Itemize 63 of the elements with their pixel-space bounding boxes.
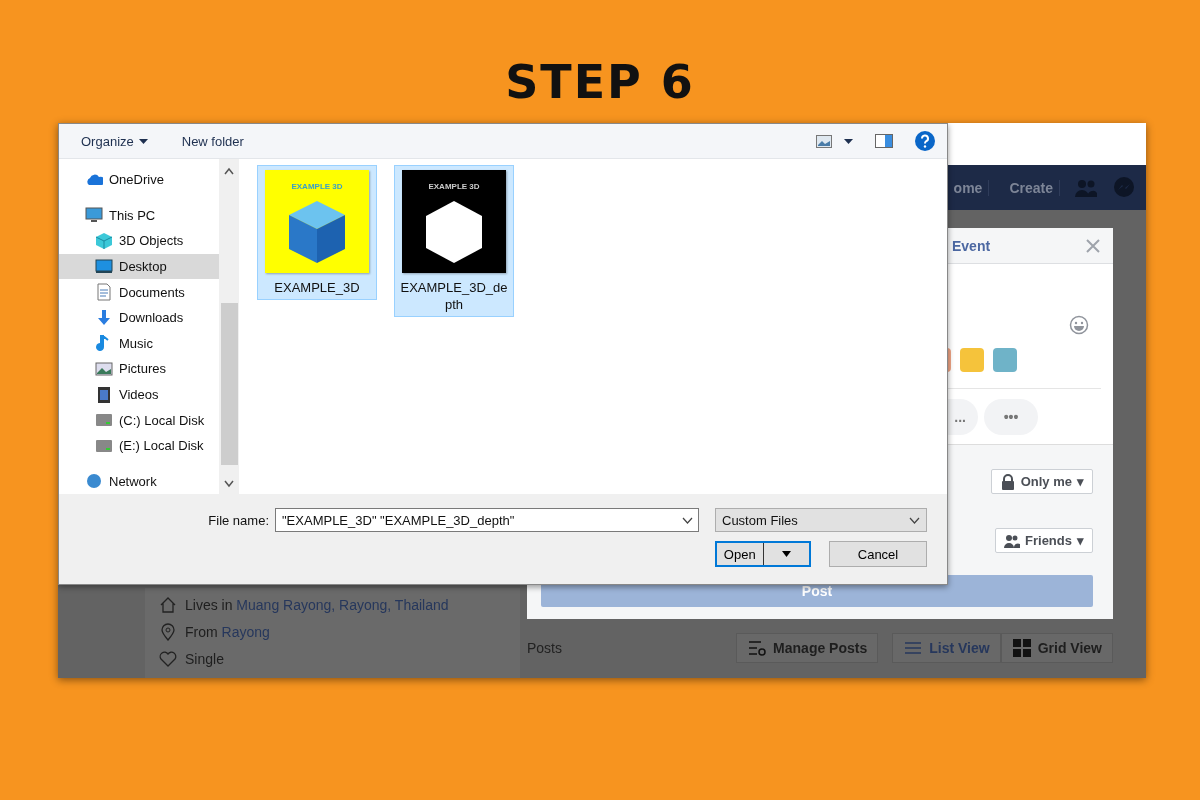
file-type-dropdown[interactable]: Custom Files bbox=[715, 508, 927, 532]
document-icon bbox=[95, 283, 113, 302]
picture-icon bbox=[95, 359, 113, 378]
cancel-button[interactable]: Cancel bbox=[829, 541, 927, 567]
nav-item[interactable]: (E:) Local Disk bbox=[59, 432, 219, 459]
chevron-down-icon[interactable] bbox=[682, 517, 693, 524]
file-tile[interactable]: EXAMPLE 3D EXAMPLE_3D_depth bbox=[394, 165, 514, 317]
image-thumbnail: EXAMPLE 3D bbox=[402, 170, 506, 273]
open-button[interactable]: Open bbox=[715, 541, 811, 567]
intro-text: Lives in Muang Rayong, Rayong, Thailand bbox=[185, 597, 449, 613]
audience-dropdown[interactable]: Friends ▾ bbox=[995, 528, 1093, 553]
composer-tab[interactable]: Event bbox=[952, 237, 991, 254]
nav-item[interactable]: Pictures bbox=[59, 356, 219, 382]
background-swatch[interactable] bbox=[960, 348, 984, 372]
grid-icon bbox=[1011, 639, 1032, 657]
image-thumbnail: EXAMPLE 3D bbox=[265, 170, 369, 273]
sliders-icon bbox=[747, 639, 768, 657]
nav-item[interactable]: Downloads bbox=[59, 304, 219, 331]
caret-icon[interactable] bbox=[781, 551, 791, 557]
intro-text: From Rayong bbox=[185, 624, 270, 640]
audience-dropdown[interactable]: Only me ▾ bbox=[990, 469, 1093, 494]
pc-icon bbox=[85, 206, 103, 225]
nav-item[interactable]: Videos bbox=[59, 381, 219, 408]
intro-text: Single bbox=[185, 651, 224, 667]
nav-item[interactable]: Desktop bbox=[59, 253, 219, 280]
video-icon bbox=[95, 385, 113, 404]
chevron-up-icon[interactable] bbox=[224, 167, 234, 175]
step-title: STEP 6 bbox=[505, 55, 695, 109]
desktop-icon bbox=[95, 257, 113, 276]
nav-link[interactable]: Create bbox=[1003, 179, 1060, 196]
preview-pane-icon[interactable] bbox=[875, 134, 893, 148]
download-icon bbox=[95, 308, 113, 327]
posts-heading: Posts bbox=[527, 640, 563, 656]
nav-item[interactable]: Music bbox=[59, 330, 219, 357]
scrollbar[interactable] bbox=[219, 159, 239, 494]
lock-icon bbox=[999, 473, 1016, 490]
nav-item[interactable]: This PC bbox=[59, 202, 219, 229]
people-icon bbox=[1004, 532, 1021, 549]
chevron-down-icon bbox=[909, 516, 920, 524]
chevron-down-icon[interactable] bbox=[224, 480, 234, 488]
location-pin-icon bbox=[159, 623, 177, 641]
close-icon[interactable] bbox=[1085, 237, 1101, 254]
file-tile[interactable]: EXAMPLE 3D EXAMPLE_3D bbox=[257, 165, 377, 300]
organize-menu[interactable]: Organize bbox=[81, 133, 148, 149]
smiley-icon[interactable] bbox=[1069, 315, 1089, 335]
option-pill[interactable]: ••• bbox=[984, 398, 1038, 435]
background-swatch[interactable] bbox=[993, 348, 1017, 372]
nav-item[interactable]: (C:) Local Disk bbox=[59, 407, 219, 433]
picture-icon[interactable] bbox=[816, 134, 832, 148]
nav-item[interactable]: Documents bbox=[59, 279, 219, 305]
cube-icon bbox=[95, 231, 113, 250]
caret-icon[interactable] bbox=[844, 138, 853, 144]
nav-item[interactable]: OneDrive bbox=[59, 167, 219, 193]
heart-icon bbox=[159, 650, 177, 668]
file-name-field[interactable]: "EXAMPLE_3D" "EXAMPLE_3D_depth" bbox=[275, 508, 699, 532]
list-icon bbox=[903, 639, 924, 657]
help-icon[interactable] bbox=[915, 131, 935, 151]
nav-item[interactable]: 3D Objects bbox=[59, 228, 219, 254]
nav-item[interactable]: Network bbox=[59, 468, 219, 494]
file-name-label: File name: bbox=[208, 512, 269, 528]
house-icon bbox=[159, 596, 177, 614]
caret-icon bbox=[138, 138, 148, 144]
new-folder-button[interactable]: New folder bbox=[181, 133, 244, 149]
